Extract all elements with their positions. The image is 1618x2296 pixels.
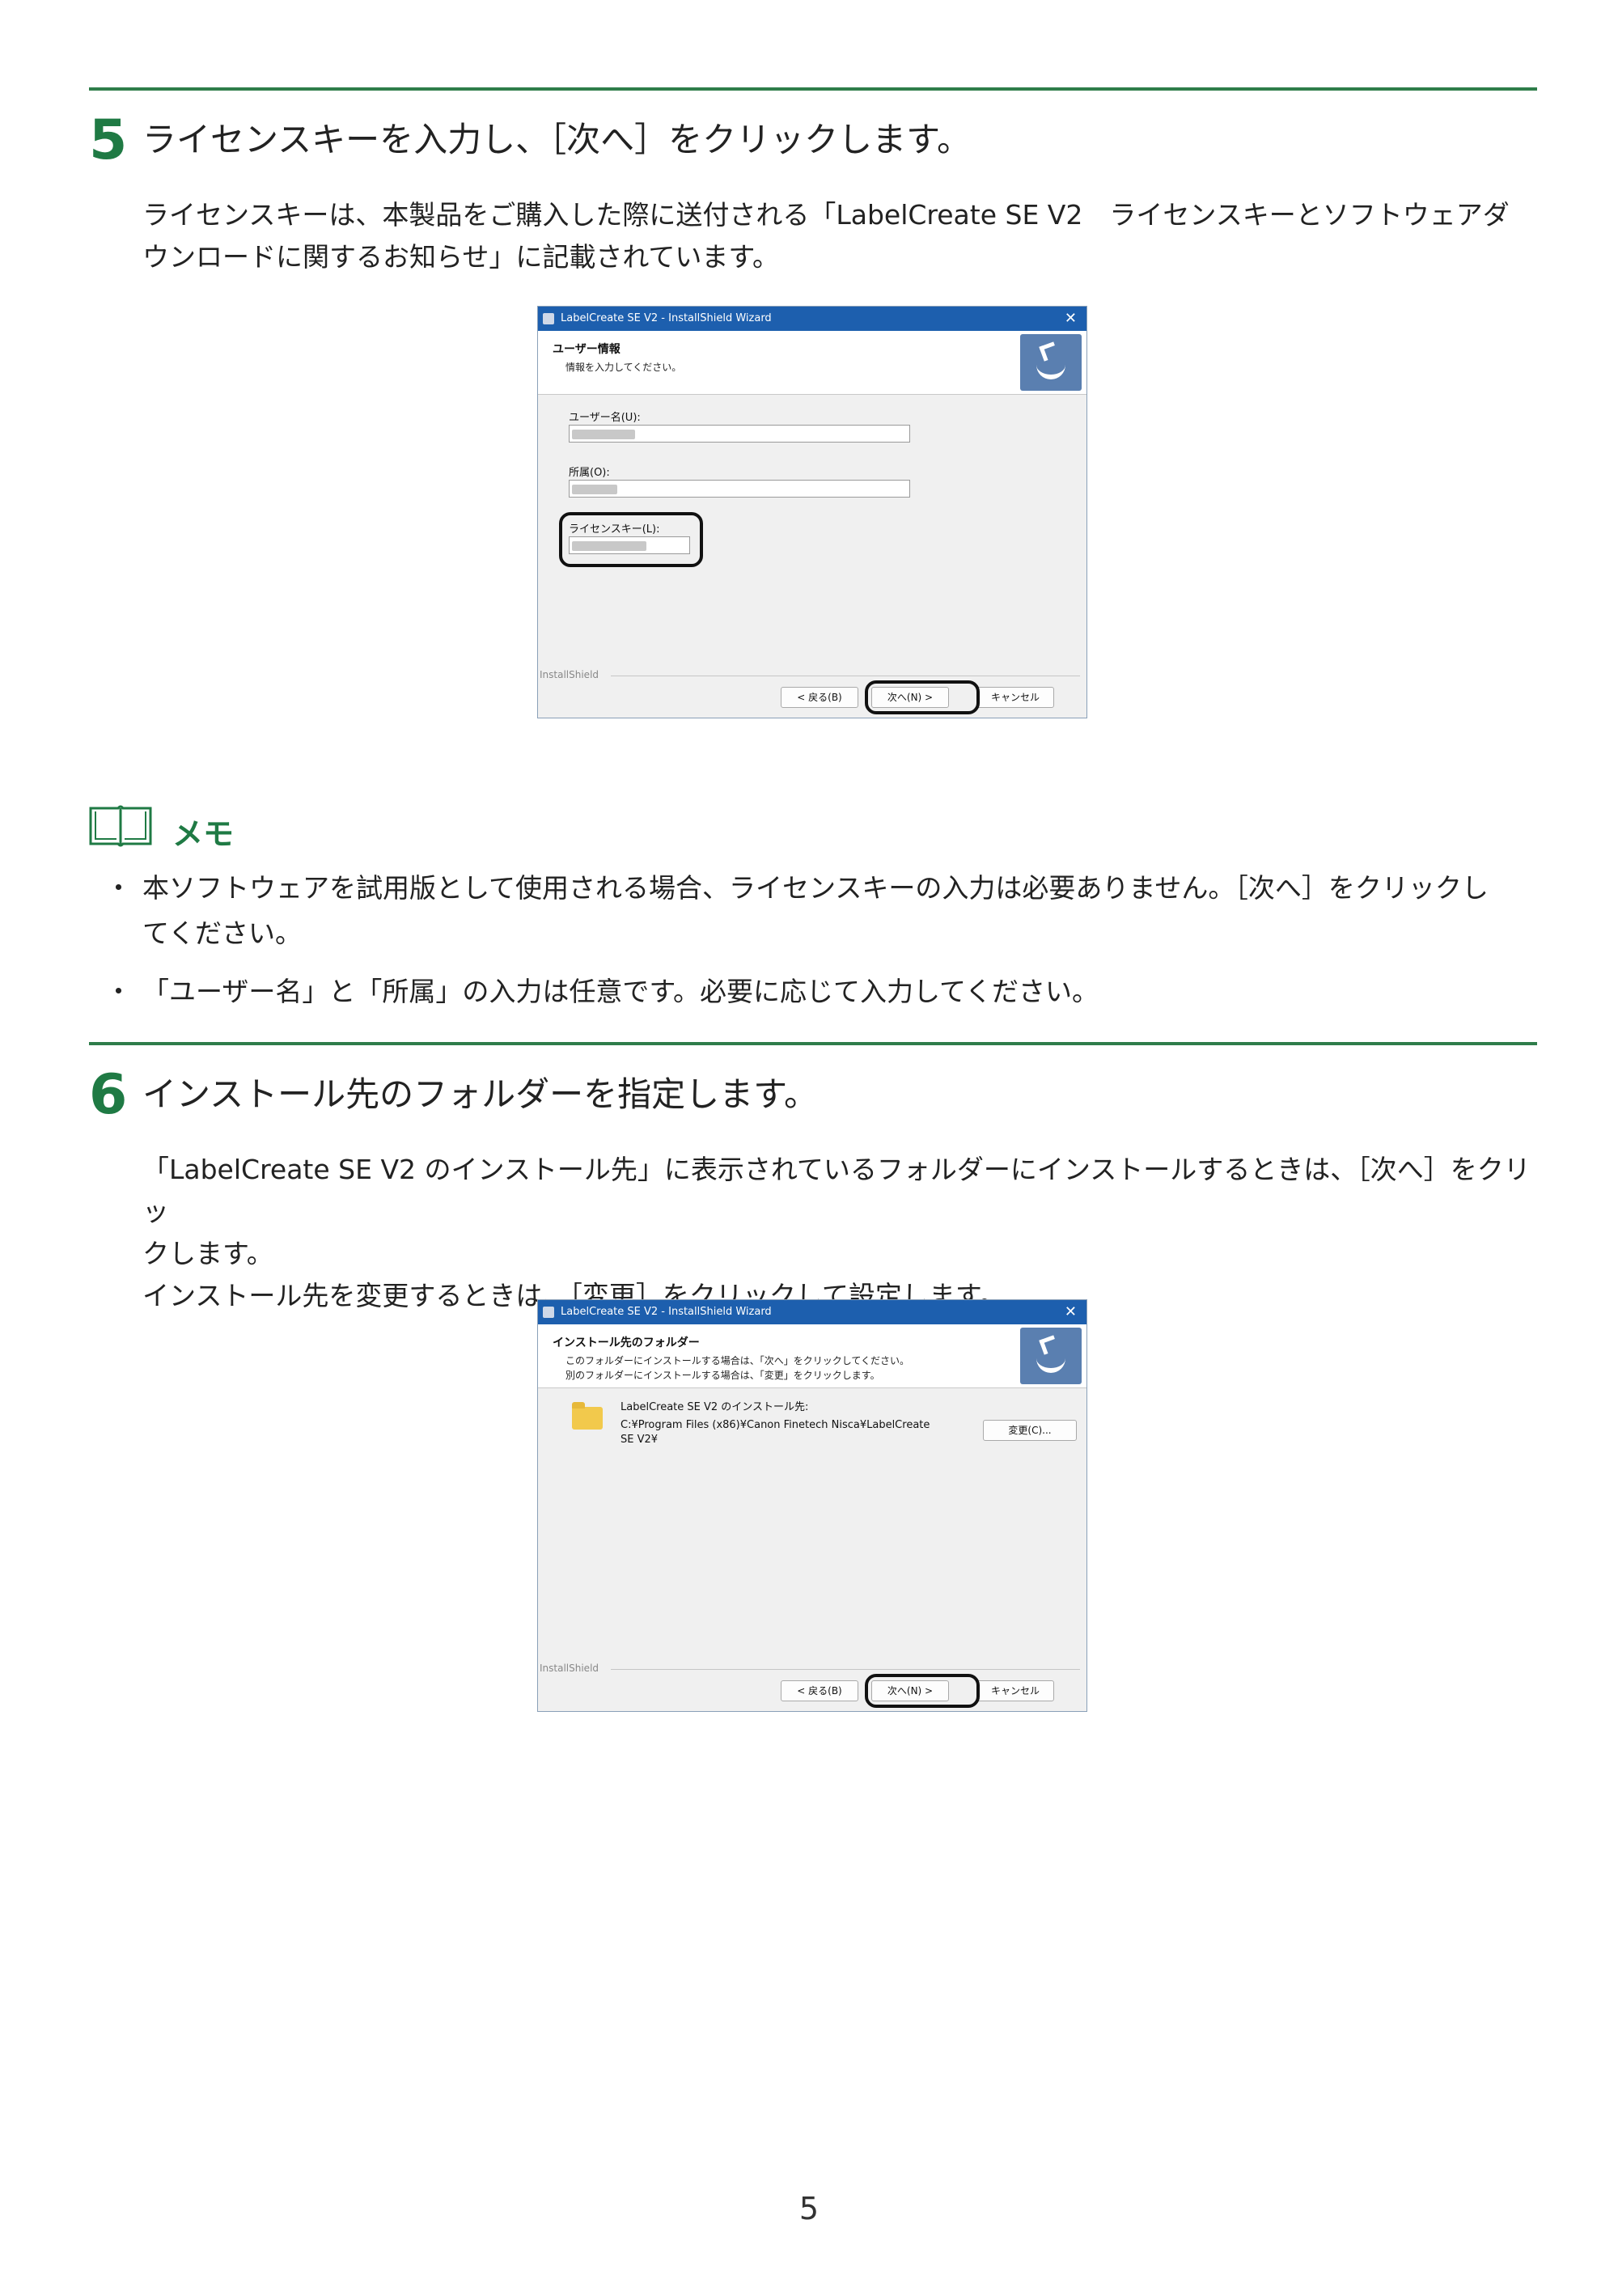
dialog-titlebar: LabelCreate SE V2 - InstallShield Wizard…	[538, 307, 1086, 331]
bullet-mark: ・	[105, 976, 132, 1007]
user-name-label: ユーザー名(U):	[569, 412, 641, 424]
dialog-titlebar: LabelCreate SE V2 - InstallShield Wizard…	[538, 1300, 1086, 1324]
step-number: 5	[89, 108, 128, 172]
license-key-highlight	[559, 512, 703, 567]
memo-line: てください。	[142, 917, 303, 949]
destination-path: C:¥Program Files (x86)¥Canon Finetech Ni…	[621, 1418, 930, 1447]
step-heading: インストール先のフォルダーを指定します。	[142, 1074, 818, 1114]
app-icon	[543, 313, 554, 324]
back-button[interactable]: < 戻る(B)	[781, 1680, 858, 1701]
destination-label: LabelCreate SE V2 のインストール先:	[621, 1401, 809, 1413]
step-heading: ライセンスキーを入力し、［次へ］をクリックします。	[142, 120, 971, 159]
banner-title: ユーザー情報	[553, 343, 621, 356]
back-button[interactable]: < 戻る(B)	[781, 687, 858, 708]
close-icon[interactable]: ✕	[1065, 307, 1077, 331]
section-divider	[89, 87, 1537, 91]
description-line: ウンロードに関するお知らせ」に記載されています。	[142, 241, 780, 273]
installshield-brand: InstallShield	[540, 669, 599, 680]
path-line: SE V2¥	[621, 1434, 659, 1446]
banner-subtitle: 情報を入力してください。	[565, 362, 682, 373]
page-number: 5	[798, 2191, 820, 2226]
bullet-mark: ・	[105, 872, 132, 904]
change-button[interactable]: 変更(C)...	[983, 1420, 1077, 1441]
close-icon[interactable]: ✕	[1065, 1300, 1077, 1324]
dialog-title: LabelCreate SE V2 - InstallShield Wizard	[561, 312, 772, 324]
installer-logo-icon	[1020, 334, 1082, 391]
section-divider	[89, 1042, 1537, 1045]
folder-icon	[572, 1402, 603, 1430]
description-line: クします。	[142, 1238, 273, 1269]
step-number: 6	[89, 1063, 128, 1127]
memo-line: 本ソフトウェアを試用版として使用される場合、ライセンスキーの入力は必要ありません…	[142, 872, 1489, 904]
cancel-button[interactable]: キャンセル	[976, 1680, 1054, 1701]
memo-item-text: 本ソフトウェアを試用版として使用される場合、ライセンスキーの入力は必要ありません…	[142, 866, 1537, 956]
memo-item-text: 「ユーザー名」と「所属」の入力は任意です。必要に応じて入力してください。	[142, 976, 1099, 1007]
separator-line	[611, 1669, 1080, 1670]
path-line: C:¥Program Files (x86)¥Canon Finetech Ni…	[621, 1419, 930, 1431]
dialog-banner: インストール先のフォルダー このフォルダーにインストールする場合は、「次へ」をク…	[538, 1324, 1086, 1388]
app-icon	[543, 1307, 554, 1318]
memo-title: メモ	[172, 816, 235, 852]
organization-label: 所属(O):	[569, 467, 610, 479]
description-line: 「LabelCreate SE V2 のインストール先」に表示されているフォルダ…	[142, 1154, 1531, 1227]
installshield-brand: InstallShield	[540, 1663, 599, 1674]
description-line: ライセンスキーは、本製品をご購入した際に送付される「LabelCreate SE…	[142, 199, 1510, 231]
blurred-value	[572, 485, 617, 494]
banner-title: インストール先のフォルダー	[553, 1337, 700, 1349]
book-icon	[89, 805, 152, 847]
installshield-dialog-destination: LabelCreate SE V2 - InstallShield Wizard…	[537, 1299, 1087, 1712]
banner-line: このフォルダーにインストールする場合は、「次へ」をクリックしてください。	[565, 1355, 910, 1366]
dialog-banner: ユーザー情報 情報を入力してください。	[538, 331, 1086, 395]
installshield-dialog-user-info: LabelCreate SE V2 - InstallShield Wizard…	[537, 306, 1087, 718]
memo-item: ・ 本ソフトウェアを試用版として使用される場合、ライセンスキーの入力は必要ありま…	[105, 866, 1537, 956]
installer-logo-icon	[1020, 1328, 1082, 1384]
cancel-button[interactable]: キャンセル	[976, 687, 1054, 708]
next-button-highlight	[865, 1674, 980, 1708]
banner-line: 別のフォルダーにインストールする場合は、「変更」をクリックします。	[565, 1370, 880, 1381]
user-name-input[interactable]	[569, 425, 910, 443]
step-description: 「LabelCreate SE V2 のインストール先」に表示されているフォルダ…	[142, 1149, 1542, 1317]
blurred-value	[572, 430, 635, 439]
next-button-highlight	[865, 680, 980, 714]
step-description: ライセンスキーは、本製品をご購入した際に送付される「LabelCreate SE…	[142, 194, 1542, 278]
organization-input[interactable]	[569, 480, 910, 498]
memo-item: ・ 「ユーザー名」と「所属」の入力は任意です。必要に応じて入力してください。	[105, 969, 1537, 1015]
banner-subtitle: このフォルダーにインストールする場合は、「次へ」をクリックしてください。 別のフ…	[565, 1353, 909, 1383]
dialog-title: LabelCreate SE V2 - InstallShield Wizard	[561, 1306, 772, 1318]
